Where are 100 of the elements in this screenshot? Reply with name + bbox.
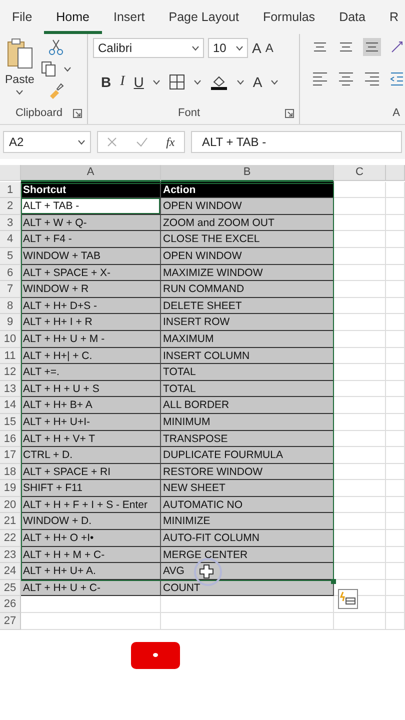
paste-icon[interactable]	[6, 38, 34, 70]
dialog-launcher-icon[interactable]	[73, 108, 82, 118]
table-cell: OPEN WINDOW	[161, 248, 334, 265]
name-box[interactable]: A2	[3, 131, 91, 153]
table-cell: DELETE SHEET	[161, 298, 334, 314]
font-name-select[interactable]: Calibri	[93, 38, 204, 58]
table-cell: ALT + SPACE + X-	[21, 264, 161, 282]
dialog-launcher-icon[interactable]	[285, 108, 294, 118]
group-label: Clipboard	[14, 107, 64, 119]
row-header[interactable]: 24	[0, 563, 21, 580]
row-header[interactable]: 7	[0, 281, 21, 298]
ribbon-tab[interactable]: Page Layout	[156, 10, 251, 34]
row-header[interactable]: 22	[0, 530, 21, 547]
row-header[interactable]: 9	[0, 314, 21, 331]
font-color-button[interactable]: A	[252, 74, 262, 90]
caret-icon[interactable]	[16, 90, 24, 95]
ribbon-tab[interactable]: File	[0, 10, 44, 34]
ribbon-tab[interactable]: R	[377, 10, 405, 34]
caret-icon[interactable]	[78, 140, 85, 144]
row-header[interactable]: 26	[0, 596, 21, 614]
row-header[interactable]: 14	[0, 397, 21, 414]
italic-button[interactable]: I	[120, 74, 125, 90]
row-header[interactable]: 21	[0, 513, 21, 530]
table-cell: ALT + TAB -	[21, 198, 161, 215]
shrink-font-button[interactable]: A	[265, 41, 274, 55]
empty-cell	[386, 513, 405, 530]
empty-cell	[386, 330, 405, 348]
table-cell: MINIMUM	[161, 414, 334, 430]
row-header[interactable]: 27	[0, 613, 21, 630]
empty-cell	[386, 264, 405, 282]
caret-icon[interactable]	[236, 46, 243, 50]
row-header[interactable]: 19	[0, 480, 21, 497]
formula-field[interactable]: ALT + TAB -	[191, 131, 402, 153]
ribbon-tab[interactable]: Insert	[102, 10, 157, 34]
table-cell: WINDOW + TAB	[21, 248, 161, 265]
align-bottom-icon[interactable]	[363, 38, 381, 56]
column-header[interactable]: B	[161, 165, 334, 182]
row-header[interactable]: 23	[0, 546, 21, 564]
row-header[interactable]: 12	[0, 364, 21, 381]
group-label: A	[392, 107, 400, 119]
decrease-indent-icon[interactable]	[389, 70, 405, 86]
row-header[interactable]: 17	[0, 447, 21, 464]
row-header[interactable]: 2	[0, 198, 21, 215]
table-cell: ALT + H+ B+ A	[21, 397, 161, 414]
align-right-icon[interactable]	[363, 70, 381, 86]
row-header[interactable]: 4	[0, 231, 21, 248]
caret-icon[interactable]	[271, 80, 278, 84]
orientation-icon[interactable]	[389, 39, 405, 55]
align-left-icon[interactable]	[311, 70, 329, 86]
table-cell: MINIMIZE	[161, 513, 334, 530]
ribbon-tab[interactable]: Formulas	[250, 10, 328, 34]
underline-button[interactable]: U	[134, 74, 144, 90]
row-header[interactable]: 8	[0, 298, 21, 314]
row-header[interactable]: 11	[0, 348, 21, 364]
table-cell: ALT + SPACE + RI	[21, 464, 161, 480]
copy-icon[interactable]	[40, 60, 58, 78]
empty-cell	[386, 314, 405, 331]
row-header[interactable]: 25	[0, 580, 21, 596]
check-icon[interactable]	[136, 137, 148, 147]
fill-color-icon[interactable]	[210, 74, 228, 90]
empty-cell	[386, 231, 405, 248]
row-header[interactable]: 18	[0, 464, 21, 480]
caret-icon[interactable]	[236, 80, 244, 84]
row-header[interactable]: 15	[0, 414, 21, 430]
bold-button[interactable]: B	[101, 74, 112, 90]
align-center-icon[interactable]	[337, 70, 355, 86]
table-cell: SHIFT + F11	[21, 480, 161, 497]
table-cell: NEW SHEET	[161, 480, 334, 497]
ribbon-tab[interactable]: Data	[327, 10, 378, 34]
table-cell: MAXIMIZE WINDOW	[161, 264, 334, 282]
row-header[interactable]: 10	[0, 330, 21, 348]
insert-function-button[interactable]: fx	[166, 134, 175, 150]
borders-icon[interactable]	[168, 74, 185, 90]
scissors-icon[interactable]	[46, 38, 65, 56]
row-header[interactable]: 6	[0, 264, 21, 282]
caret-icon[interactable]	[192, 46, 199, 50]
dot-icon	[153, 653, 158, 658]
paste-label[interactable]: Paste	[5, 74, 34, 86]
record-button[interactable]	[131, 642, 180, 669]
quick-analysis-icon[interactable]	[338, 589, 358, 609]
column-header[interactable]: C	[334, 165, 386, 181]
grow-font-button[interactable]: A	[252, 40, 262, 56]
row-header[interactable]: 1	[0, 182, 21, 198]
empty-cell	[386, 414, 405, 430]
empty-cell	[386, 198, 405, 215]
column-header[interactable]: A	[21, 165, 161, 182]
caret-icon[interactable]	[194, 80, 201, 84]
fill-handle-icon[interactable]	[331, 579, 336, 584]
group-label: Font	[176, 107, 201, 119]
table-cell: ALT + W + Q-	[21, 214, 161, 232]
row-header[interactable]: 3	[0, 214, 21, 232]
font-size-select[interactable]: 10	[208, 38, 248, 58]
row-header[interactable]: 13	[0, 380, 21, 398]
row-header[interactable]: 16	[0, 430, 21, 448]
row-header[interactable]: 5	[0, 248, 21, 265]
empty-cell	[386, 214, 405, 232]
caret-icon[interactable]	[152, 80, 160, 84]
caret-icon[interactable]	[64, 66, 72, 72]
table-cell: ALT + H+| + C.	[21, 348, 161, 364]
row-header[interactable]: 20	[0, 496, 21, 514]
